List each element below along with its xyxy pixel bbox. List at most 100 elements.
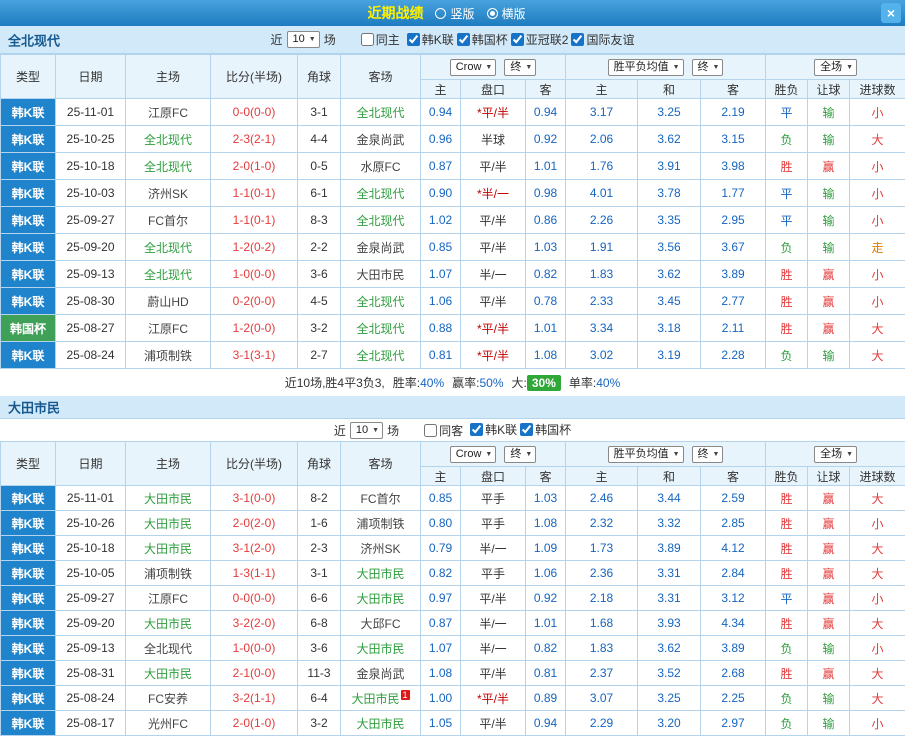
checkbox[interactable] bbox=[520, 423, 534, 436]
date-cell: 25-08-30 bbox=[55, 287, 126, 315]
eu-draw-odds-cell: 3.32 bbox=[637, 510, 702, 536]
odds-company-select[interactable]: Crow ▼ bbox=[449, 58, 497, 76]
avg-odds-select[interactable]: 胜平负均值 ▼ bbox=[607, 58, 684, 76]
col-handicap-result: 让球 bbox=[807, 466, 851, 486]
league-filter-checkbox[interactable]: 韩K联 bbox=[406, 31, 454, 48]
eu-draw-odds-cell: 3.20 bbox=[637, 710, 702, 736]
eu-away-odds-cell: 3.15 bbox=[700, 125, 767, 153]
date-cell: 25-08-31 bbox=[55, 660, 126, 686]
eu-away-odds-cell: 2.28 bbox=[700, 341, 767, 369]
league-cell: 韩K联 bbox=[0, 260, 56, 288]
team-name: 全北现代 bbox=[8, 33, 61, 48]
radio-label: 竖版 bbox=[450, 6, 475, 21]
match-count-select[interactable]: 10 ▼ bbox=[286, 31, 320, 48]
away-team-cell: 全北现代 bbox=[340, 287, 421, 315]
checkbox[interactable] bbox=[456, 32, 470, 46]
score-cell: 1-2(0-0) bbox=[210, 314, 298, 342]
checkbox[interactable] bbox=[571, 32, 585, 46]
checkbox[interactable] bbox=[470, 423, 484, 436]
eu-home-odds-cell: 2.06 bbox=[565, 125, 639, 153]
league-filters: 韩K联 韩国杯 bbox=[467, 421, 571, 439]
league-filter-checkbox[interactable]: 国际友谊 bbox=[571, 31, 634, 48]
handicap-cell: *半/一 bbox=[460, 179, 526, 207]
winloss-result-cell: 平 bbox=[765, 585, 809, 611]
match-row: 韩K联 25-10-18 大田市民 3-1(2-0) 2-3 济州SK 0.79 半/一 1.0… bbox=[0, 535, 905, 561]
league-filter-checkbox[interactable]: 韩国杯 bbox=[520, 421, 571, 438]
league-filter-checkbox[interactable]: 亚冠联2 bbox=[510, 31, 568, 48]
match-count-select[interactable]: 10 ▼ bbox=[349, 421, 384, 439]
checkbox[interactable] bbox=[406, 32, 420, 46]
eu-away-odds-cell: 2.84 bbox=[700, 560, 767, 586]
checkbox[interactable] bbox=[360, 33, 374, 46]
asian-home-odds-cell: 0.82 bbox=[420, 560, 461, 586]
home-team-cell: 济州SK bbox=[125, 179, 211, 207]
col-away: 客场 bbox=[340, 54, 421, 99]
checkbox[interactable] bbox=[510, 32, 524, 46]
profit-rate: 赢率:50% bbox=[452, 376, 504, 390]
league-cell: 韩K联 bbox=[0, 485, 56, 511]
corner-cell: 11-3 bbox=[297, 660, 341, 686]
chevron-down-icon: ▼ bbox=[846, 450, 854, 458]
avg-time-select[interactable]: 终 ▼ bbox=[691, 58, 724, 76]
handicap-result-cell: 输 bbox=[807, 233, 851, 261]
winloss-result-cell: 平 bbox=[765, 206, 809, 234]
odds-time-select[interactable]: 终 ▼ bbox=[504, 58, 537, 76]
match-scope-select[interactable]: 全场 ▼ bbox=[814, 445, 858, 463]
handicap-result-cell: 输 bbox=[807, 341, 851, 369]
odds-time-select[interactable]: 终 ▼ bbox=[504, 445, 537, 463]
eu-home-odds-cell: 3.02 bbox=[565, 341, 639, 369]
home-team-cell: 大田市民 bbox=[125, 535, 211, 561]
corner-cell: 6-4 bbox=[297, 685, 341, 711]
asian-home-odds-cell: 1.07 bbox=[420, 260, 461, 288]
handicap-result-cell: 输 bbox=[807, 125, 851, 153]
chevron-down-icon: ▼ bbox=[525, 450, 533, 458]
dialog-titlebar: 近期战绩 竖版 横版 × bbox=[0, 0, 905, 26]
away-team-cell: 金泉尚武 bbox=[340, 233, 421, 261]
select-value: 终 bbox=[510, 447, 522, 460]
handicap-cell: 平手 bbox=[460, 510, 526, 536]
odds-company-select[interactable]: Crow ▼ bbox=[449, 445, 497, 463]
league-cell: 韩K联 bbox=[0, 685, 56, 711]
handicap-cell: 平手 bbox=[460, 485, 526, 511]
avg-odds-select[interactable]: 胜平负均值 ▼ bbox=[607, 445, 684, 463]
asian-away-odds-cell: 1.01 bbox=[524, 314, 567, 342]
asian-home-odds-cell: 0.87 bbox=[420, 610, 461, 636]
result-group: 全场 ▼ bbox=[765, 54, 905, 80]
col-date: 日期 bbox=[55, 441, 126, 486]
col-asia-handicap: 盘口 bbox=[460, 466, 526, 486]
layout-vertical-radio[interactable]: 竖版 bbox=[435, 5, 475, 22]
same-home-checkbox[interactable]: 同主 bbox=[360, 31, 400, 48]
match-row: 韩K联 25-09-13 全北现代 1-0(0-0) 3-6 大田市民 1.07 半/一 0.8… bbox=[0, 260, 905, 288]
league-filter-checkbox[interactable]: 韩K联 bbox=[470, 421, 517, 438]
goals-result-cell: 小 bbox=[849, 260, 905, 288]
match-scope-select[interactable]: 全场 ▼ bbox=[814, 58, 858, 76]
col-winloss: 胜负 bbox=[765, 466, 809, 486]
handicap-cell: 平/半 bbox=[460, 152, 526, 180]
away-team-cell: 浦项制铁 bbox=[340, 510, 421, 536]
handicap-result-cell: 输 bbox=[807, 206, 851, 234]
handicap-result-cell: 赢 bbox=[807, 660, 851, 686]
same-away-checkbox[interactable]: 同客 bbox=[424, 422, 463, 439]
close-icon[interactable]: × bbox=[881, 3, 901, 23]
away-team-cell: 全北现代 bbox=[340, 314, 421, 342]
eu-home-odds-cell: 1.68 bbox=[565, 610, 639, 636]
asian-away-odds-cell: 1.03 bbox=[524, 485, 567, 511]
layout-horizontal-radio[interactable]: 横版 bbox=[486, 5, 526, 22]
eu-away-odds-cell: 2.97 bbox=[700, 710, 767, 736]
date-cell: 25-11-01 bbox=[55, 485, 126, 511]
avg-time-select[interactable]: 终 ▼ bbox=[691, 445, 724, 463]
away-team-cell: 济州SK bbox=[340, 535, 421, 561]
goals-result-cell: 走 bbox=[849, 233, 905, 261]
corner-cell: 3-1 bbox=[297, 560, 341, 586]
eu-home-odds-cell: 3.34 bbox=[565, 314, 639, 342]
league-filter-checkbox[interactable]: 韩国杯 bbox=[456, 31, 508, 48]
checkbox-label: 同客 bbox=[439, 423, 464, 438]
europe-odds-group: 胜平负均值 ▼ 终 ▼ bbox=[565, 54, 767, 80]
asian-home-odds-cell: 0.90 bbox=[420, 179, 461, 207]
eu-draw-odds-cell: 3.44 bbox=[637, 485, 702, 511]
handicap-cell: 平/半 bbox=[460, 287, 526, 315]
eu-away-odds-cell: 3.98 bbox=[700, 152, 767, 180]
chevron-down-icon: ▼ bbox=[672, 450, 680, 458]
handicap-result-cell: 赢 bbox=[807, 287, 851, 315]
checkbox[interactable] bbox=[424, 423, 438, 437]
